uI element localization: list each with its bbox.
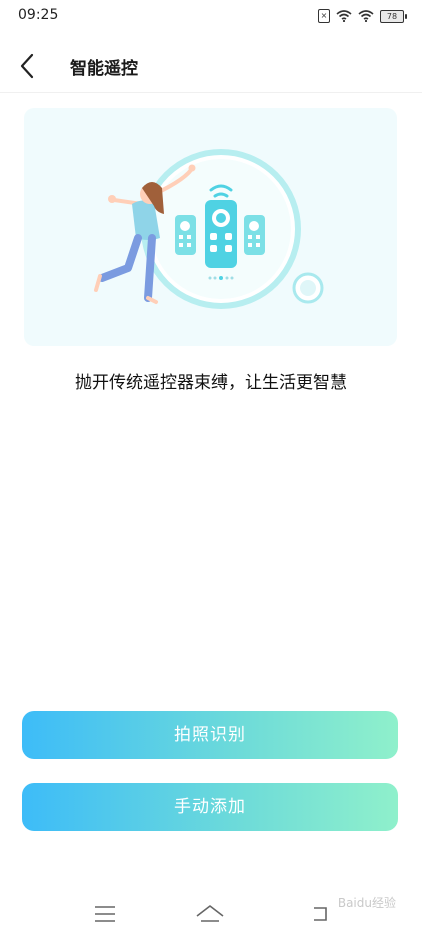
illustration-card [24, 108, 397, 346]
back-button[interactable] [10, 48, 46, 84]
manual-add-button[interactable]: 手动添加 [22, 783, 398, 831]
status-bar: 09:25 × 78 [0, 0, 422, 32]
wifi-icon [336, 10, 352, 22]
status-time: 09:25 [18, 7, 59, 23]
back-icon [314, 907, 327, 921]
watermark: Baidu经验 [337, 896, 396, 910]
page-title: 智能遥控 [70, 59, 138, 79]
photo-recognize-button[interactable]: 拍照识别 [22, 711, 398, 759]
home-icon [196, 905, 224, 922]
home-button[interactable] [190, 898, 230, 930]
header: 智能遥控 [0, 38, 422, 93]
no-sim-icon: × [318, 9, 330, 23]
chevron-left-icon [20, 53, 34, 79]
menu-icon [95, 906, 115, 922]
smart-remote-illustration [94, 149, 324, 309]
battery-icon: 78 [380, 9, 407, 23]
menu-button[interactable] [85, 898, 125, 930]
wifi-icon-2 [358, 10, 374, 22]
status-icons: × 78 [318, 9, 407, 23]
nav-back-button[interactable] [300, 898, 340, 930]
tagline: 抛开传统遥控器束缚，让生活更智慧 [75, 373, 347, 393]
